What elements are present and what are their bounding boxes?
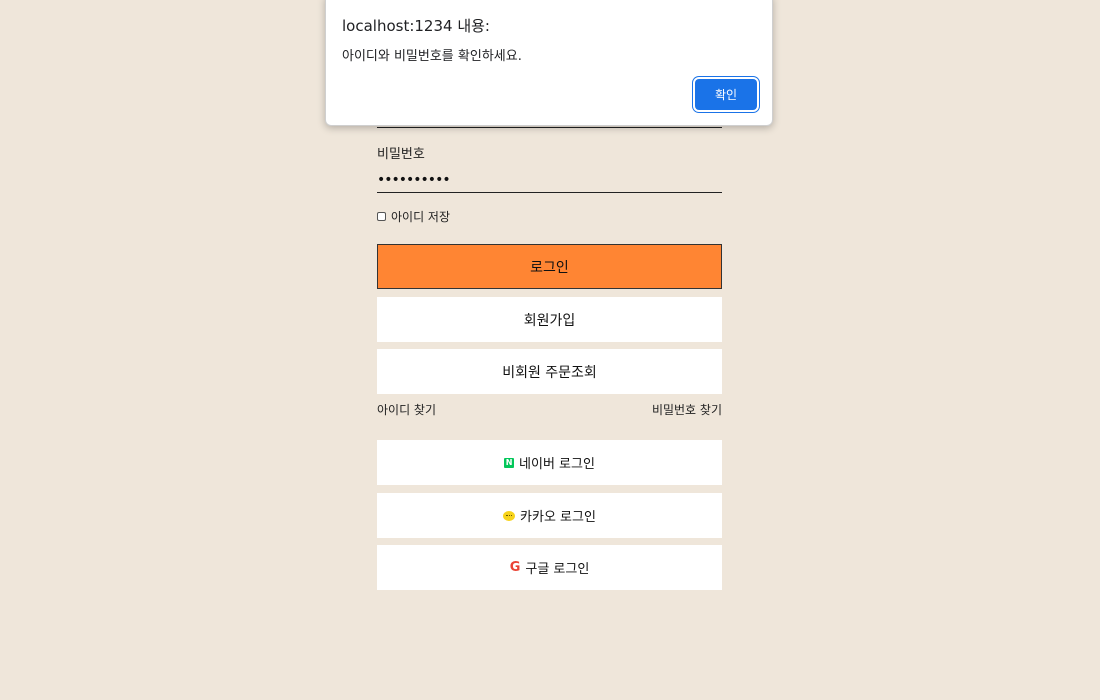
remember-id-checkbox[interactable] bbox=[377, 212, 386, 221]
find-links: 아이디 찾기 비밀번호 찾기 bbox=[377, 401, 722, 418]
password-label: 비밀번호 bbox=[377, 147, 425, 162]
login-button[interactable]: 로그인 bbox=[377, 244, 722, 289]
remember-id-option[interactable]: 아이디 저장 bbox=[377, 208, 450, 225]
guest-order-lookup-button[interactable]: 비회원 주문조회 bbox=[377, 349, 722, 394]
alert-dialog-title: localhost:1234 내용: bbox=[342, 17, 490, 35]
google-logo-icon: G bbox=[509, 560, 521, 575]
google-login-label: 구글 로그인 bbox=[525, 562, 590, 577]
google-login-button[interactable]: G 구글 로그인 bbox=[377, 545, 722, 590]
password-input-underline bbox=[377, 192, 722, 193]
naver-login-label: 네이버 로그인 bbox=[519, 457, 595, 472]
kakao-login-label: 카카오 로그인 bbox=[520, 510, 596, 525]
remember-id-label: 아이디 저장 bbox=[391, 210, 451, 224]
alert-dialog-message: 아이디와 비밀번호를 확인하세요. bbox=[342, 49, 522, 64]
alert-dialog: localhost:1234 내용: 아이디와 비밀번호를 확인하세요. 확인 bbox=[325, 0, 773, 126]
password-input[interactable] bbox=[377, 168, 722, 192]
kakao-talk-icon bbox=[503, 510, 516, 521]
naver-logo-icon: N bbox=[504, 457, 515, 468]
id-input-underline bbox=[377, 127, 722, 128]
alert-ok-button[interactable]: 확인 bbox=[695, 79, 757, 110]
naver-login-button[interactable]: N 네이버 로그인 bbox=[377, 440, 722, 485]
find-password-link[interactable]: 비밀번호 찾기 bbox=[652, 401, 722, 418]
kakao-login-button[interactable]: 카카오 로그인 bbox=[377, 493, 722, 538]
join-button[interactable]: 회원가입 bbox=[377, 297, 722, 342]
find-id-link[interactable]: 아이디 찾기 bbox=[377, 401, 436, 418]
login-page: 비밀번호 아이디 저장 로그인 회원가입 비회원 주문조회 아이디 찾기 비밀번… bbox=[0, 0, 1100, 700]
